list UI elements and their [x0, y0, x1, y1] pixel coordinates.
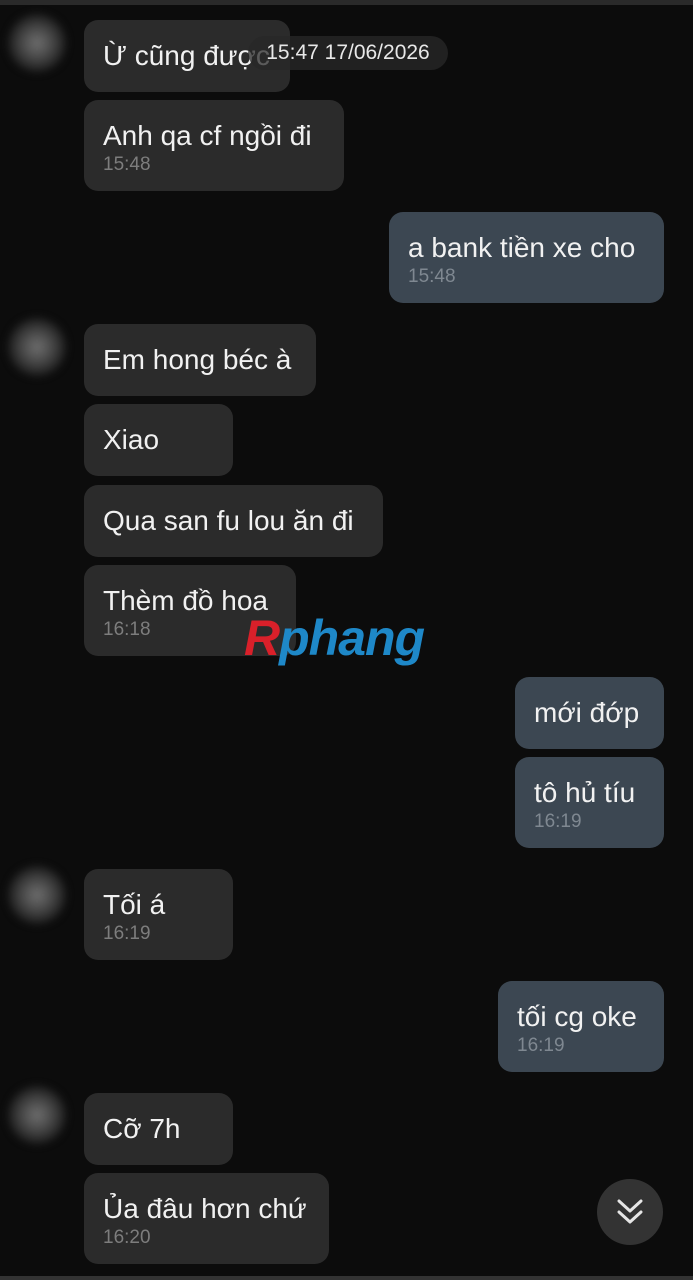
message-text: Cỡ 7h: [103, 1113, 181, 1144]
incoming-message[interactable]: Cỡ 7h: [84, 1093, 233, 1165]
message-text: Xiao: [103, 424, 160, 455]
incoming-message[interactable]: Qua san fu lou ăn đi: [84, 485, 383, 557]
message-text: tối cg oke: [517, 1001, 637, 1032]
message-time: 16:20: [103, 1227, 151, 1248]
watermark-logo: Rphang: [244, 610, 425, 666]
watermark-text: phang: [279, 610, 425, 666]
incoming-message[interactable]: Tối á 16:19: [84, 869, 233, 960]
message-text: Em hong béc à: [103, 344, 292, 375]
message-text: Ừ cũng được: [103, 40, 270, 71]
outgoing-message[interactable]: a bank tiền xe cho 15:48: [389, 212, 664, 303]
double-chevron-down-icon: [617, 1199, 643, 1224]
message-text: Anh qa cf ngồi đi: [103, 120, 312, 151]
message-text: mới đớp: [534, 697, 640, 728]
contact-avatar[interactable]: [8, 14, 66, 72]
message-text: Ủa đâu hơn chứ: [103, 1193, 307, 1224]
watermark-letter: R: [244, 610, 280, 666]
message-text: Tối á: [103, 889, 166, 920]
scroll-to-bottom-button[interactable]: [597, 1179, 663, 1245]
contact-avatar[interactable]: [8, 318, 66, 376]
bottom-edge: [0, 1276, 693, 1280]
message-time: 16:19: [534, 811, 582, 832]
incoming-message[interactable]: Anh qa cf ngồi đi 15:48: [84, 100, 344, 191]
message-time: 16:19: [517, 1035, 565, 1056]
date-time-chip: 15:47 17/06/2026: [248, 36, 448, 70]
message-time: 15:48: [103, 154, 151, 175]
contact-avatar[interactable]: [8, 1086, 66, 1144]
outgoing-message[interactable]: tối cg oke 16:19: [498, 981, 664, 1072]
incoming-message[interactable]: Xiao: [84, 404, 233, 476]
message-time: 15:48: [408, 266, 456, 287]
message-text: a bank tiền xe cho: [408, 232, 636, 263]
message-time: 16:19: [103, 923, 151, 944]
outgoing-message[interactable]: mới đớp: [515, 677, 664, 749]
message-text: Qua san fu lou ăn đi: [103, 505, 354, 536]
outgoing-message[interactable]: tô hủ tíu 16:19: [515, 757, 664, 848]
incoming-message[interactable]: Em hong béc à: [84, 324, 316, 396]
message-text: tô hủ tíu: [534, 777, 636, 808]
incoming-message[interactable]: Ủa đâu hơn chứ 16:20: [84, 1173, 329, 1264]
chat-message-list[interactable]: Ừ cũng được 15:47 17/06/2026 Anh qa cf n…: [0, 0, 693, 1280]
contact-avatar[interactable]: [8, 866, 66, 924]
